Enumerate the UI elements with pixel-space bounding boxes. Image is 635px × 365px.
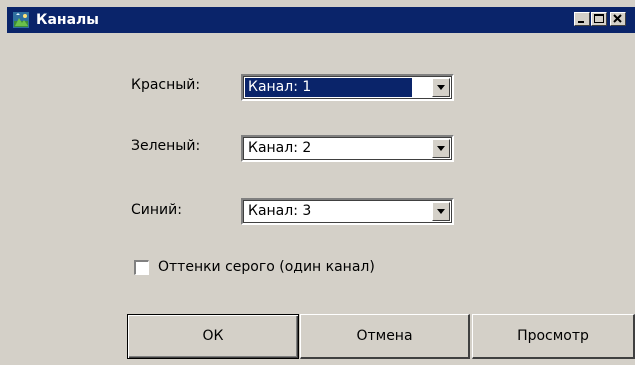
green-channel-label: Зеленый: [131, 138, 201, 154]
red-channel-value: Канал: 1 [245, 78, 412, 97]
blue-channel-value: Канал: 3 [248, 203, 312, 219]
grayscale-checkbox-label[interactable]: Оттенки серого (один канал) [158, 257, 375, 277]
chevron-down-icon [437, 85, 445, 90]
channels-dialog: Каналы Красный: Канал: 1 Зеленый: Канал:… [0, 0, 635, 365]
maximize-button[interactable] [591, 12, 607, 26]
minimize-button[interactable] [574, 12, 590, 26]
blue-channel-label: Синий: [131, 202, 182, 218]
chevron-down-icon [437, 146, 445, 151]
chevron-down-icon [437, 209, 445, 214]
blue-channel-select[interactable]: Канал: 3 [241, 198, 454, 225]
cancel-button[interactable]: Отмена [300, 314, 470, 359]
app-icon [13, 12, 29, 28]
red-channel-select[interactable]: Канал: 1 [241, 74, 454, 101]
green-channel-dropdown-button[interactable] [432, 139, 450, 158]
green-channel-value: Канал: 2 [248, 140, 312, 156]
red-channel-dropdown-button[interactable] [432, 78, 450, 97]
minimize-icon [578, 21, 584, 23]
ok-button[interactable]: ОК [127, 314, 299, 359]
close-icon [613, 14, 622, 23]
title-bar[interactable]: Каналы [7, 7, 635, 33]
red-channel-label: Красный: [131, 77, 201, 93]
preview-button[interactable]: Просмотр [472, 314, 635, 359]
blue-channel-dropdown-button[interactable] [432, 202, 450, 221]
green-channel-select[interactable]: Канал: 2 [241, 135, 454, 162]
close-button[interactable] [610, 12, 626, 26]
grayscale-checkbox[interactable] [134, 260, 149, 275]
window-title: Каналы [36, 12, 99, 28]
maximize-icon [594, 14, 604, 23]
